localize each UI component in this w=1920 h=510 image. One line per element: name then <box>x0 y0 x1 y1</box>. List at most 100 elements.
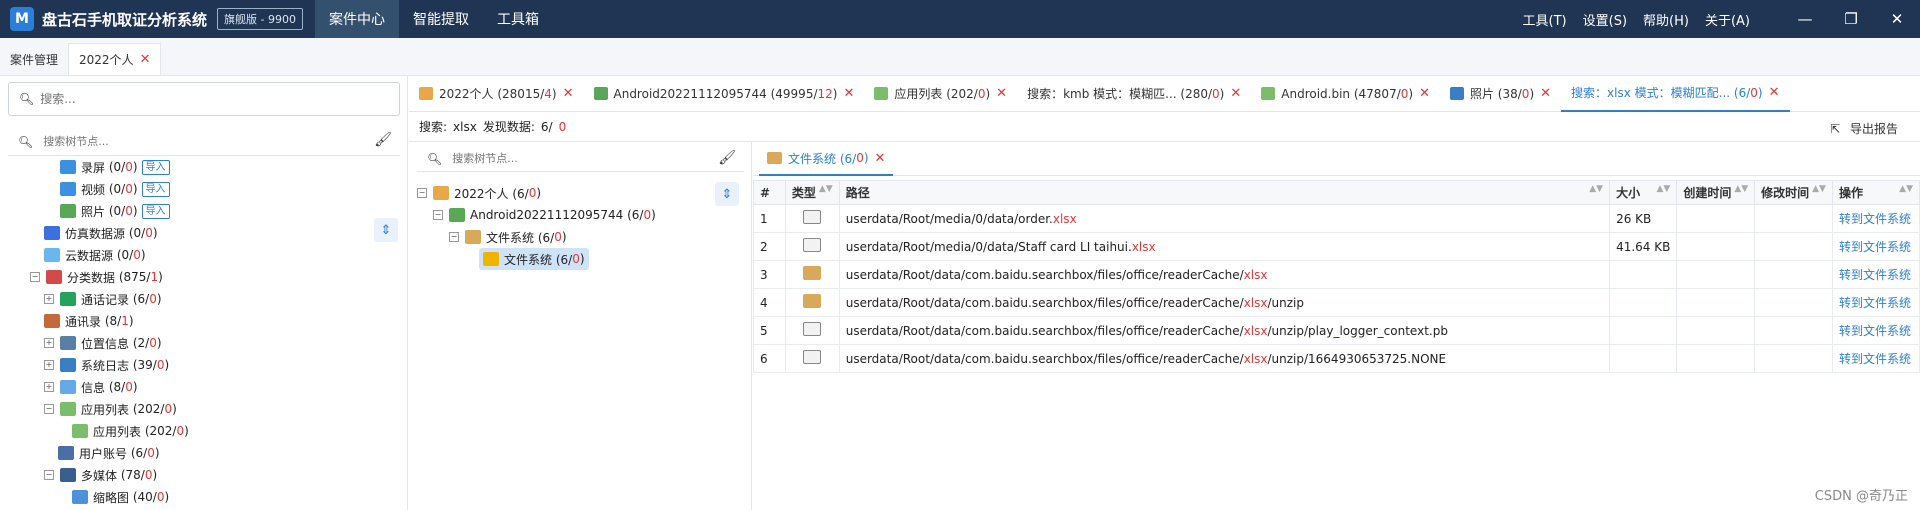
expand-toggle-icon[interactable]: − <box>449 232 459 242</box>
col-path[interactable]: 路径 ▲▼ <box>838 180 1611 205</box>
col-size[interactable]: 大小 ▲▼ <box>1609 180 1678 205</box>
maximize-button[interactable]: ❐ <box>1828 0 1874 38</box>
menu-case-center[interactable]: 案件中心 <box>314 0 399 38</box>
close-icon[interactable]: ✕ <box>1769 85 1780 100</box>
goto-filesystem-link[interactable]: 转到文件系统 <box>1839 352 1911 366</box>
tree-search-input[interactable] <box>43 135 364 148</box>
menu-about[interactable]: 关于(A) <box>1697 10 1758 29</box>
tree-node[interactable]: 录屏 (0/0) 导入 <box>60 158 170 178</box>
tree-node[interactable]: − 应用列表 (202/0) <box>44 398 177 420</box>
table-row[interactable]: 3 userdata/Root/data/com.baidu.searchbox/… <box>753 260 1920 289</box>
goto-filesystem-link[interactable]: 转到文件系统 <box>1839 240 1911 254</box>
case-tab[interactable]: 2022个人 (28015/4) ✕ <box>409 76 584 112</box>
mid-tree-node[interactable]: − Android20221112095744 (6/0) <box>433 204 656 226</box>
search-input[interactable] <box>40 92 381 106</box>
import-button[interactable]: 导入 <box>141 181 170 197</box>
tree-node[interactable]: 通讯录 (8/1) <box>44 310 134 332</box>
col-created[interactable]: 创建时间 ▲▼ <box>1676 180 1756 205</box>
tree-node[interactable]: 应用列表 (202/0) <box>72 420 189 442</box>
case-tab[interactable]: Android.bin (47807/0) ✕ <box>1251 76 1440 112</box>
table-row[interactable]: 2 userdata/Root/media/0/data/Staff card L… <box>753 232 1920 261</box>
tree-node[interactable]: 视频 (0/0) 导入 <box>60 178 170 200</box>
col-action[interactable]: 操作 ▲▼ <box>1831 180 1920 205</box>
import-button[interactable]: 导入 <box>141 203 170 219</box>
clear-brush-icon[interactable]: 🖌︎ <box>374 132 392 148</box>
mid-tree-search-input[interactable] <box>452 152 713 165</box>
export-report-button[interactable]: ⇱ 导出报告 <box>1830 120 1904 137</box>
case-tab[interactable]: 搜索：xlsx 模式：模糊匹配... (6/0) ✕ <box>1561 76 1790 112</box>
expand-toggle-icon[interactable]: + <box>44 382 54 392</box>
table-row[interactable]: 6 userdata/Root/data/com.baidu.searchbox/… <box>753 344 1920 373</box>
expand-toggle-icon[interactable]: + <box>44 338 54 348</box>
expand-toggle-icon[interactable]: − <box>417 188 427 198</box>
tree-node[interactable]: + 位置信息 (2/0) <box>44 332 162 354</box>
menu-smart-extract[interactable]: 智能提取 <box>399 0 483 38</box>
expand-toggle-icon[interactable]: + <box>44 360 54 370</box>
tree-node[interactable]: 云数据源 (0/0) <box>44 244 146 266</box>
expand-toggle-icon[interactable]: + <box>44 294 54 304</box>
tab-2022-personal[interactable]: 2022个人 ✕ <box>68 43 162 75</box>
cell-index: 4 <box>753 288 786 317</box>
goto-filesystem-link[interactable]: 转到文件系统 <box>1839 212 1911 226</box>
import-button[interactable]: 导入 <box>141 159 170 175</box>
close-icon[interactable]: ✕ <box>1419 86 1430 101</box>
tree-node[interactable]: − 多媒体 (78/0) <box>44 464 157 486</box>
close-icon[interactable]: ✕ <box>843 86 854 101</box>
tree-node[interactable]: + 系统日志 (39/0) <box>44 354 169 376</box>
case-tab[interactable]: Android20221112095744 (49995/12) ✕ <box>584 76 865 112</box>
minimize-button[interactable]: — <box>1782 0 1828 38</box>
path-prefix: userdata/Root/data/com.baidu.searchbox/f… <box>845 351 1244 366</box>
mid-tree-node[interactable]: − 文件系统 (6/0) <box>449 226 567 248</box>
close-icon[interactable]: ✕ <box>563 86 574 101</box>
cell-modified <box>1754 232 1833 261</box>
expand-toggle-icon[interactable]: − <box>44 404 54 414</box>
menu-tools[interactable]: 工具(T) <box>1515 10 1575 29</box>
goto-filesystem-link[interactable]: 转到文件系统 <box>1839 268 1911 282</box>
goto-filesystem-link[interactable]: 转到文件系统 <box>1839 296 1911 310</box>
node-count: (6/0) <box>127 446 160 460</box>
case-tab[interactable]: 搜索：kmb 模式：模糊匹... (280/0) ✕ <box>1017 76 1251 112</box>
collapse-all-button[interactable]: ⇕ <box>715 182 739 206</box>
expand-toggle-icon[interactable]: − <box>433 210 443 220</box>
tree-node[interactable]: 仿真数据源 (0/0) <box>44 222 158 244</box>
close-icon[interactable]: ✕ <box>140 52 151 67</box>
case-tab[interactable]: 应用列表 (202/0) ✕ <box>864 76 1017 112</box>
close-icon[interactable]: ✕ <box>1230 86 1241 101</box>
node-count-close: ) <box>154 446 160 460</box>
col-type[interactable]: 类型 ▲▼ <box>784 180 840 205</box>
tree-node[interactable]: + 通话记录 (6/0) <box>44 288 162 310</box>
clear-brush-icon[interactable]: 🖌︎ <box>718 150 736 166</box>
mid-tree-node[interactable]: − 2022个人 (6/0) <box>417 182 541 204</box>
close-window-button[interactable]: ✕ <box>1874 0 1920 38</box>
menu-toolbox[interactable]: 工具箱 <box>483 0 553 38</box>
col-index[interactable]: # <box>753 180 786 205</box>
tree-node[interactable]: 缩略图 (40/0) <box>72 486 169 508</box>
menu-help[interactable]: 帮助(H) <box>1635 10 1697 29</box>
menu-settings[interactable]: 设置(S) <box>1575 10 1635 29</box>
cell-index: 5 <box>753 316 786 345</box>
tab-case-management[interactable]: 案件管理 <box>0 43 68 75</box>
col-modified[interactable]: 修改时间 ▲▼ <box>1754 180 1833 205</box>
close-icon[interactable]: ✕ <box>996 86 1007 101</box>
window-controls: — ❐ ✕ <box>1782 0 1920 38</box>
expand-toggle-icon[interactable]: − <box>44 470 54 480</box>
tree-node[interactable]: 照片 (0/0) 导入 <box>60 200 170 222</box>
tree-node[interactable]: + 信息 (8/0) <box>44 376 138 398</box>
goto-filesystem-link[interactable]: 转到文件系统 <box>1839 324 1911 338</box>
tree-node[interactable]: − 分类数据 (875/1) <box>30 266 163 288</box>
close-icon[interactable]: ✕ <box>1540 86 1551 101</box>
cell-modified <box>1754 316 1833 345</box>
col-created-label: 创建时间 <box>1683 186 1732 200</box>
table-row[interactable]: 4 userdata/Root/data/com.baidu.searchbox/… <box>753 288 1920 317</box>
table-row[interactable]: 5 userdata/Root/data/com.baidu.searchbox/… <box>753 316 1920 345</box>
mid-tree-node[interactable]: 文件系统 (6/0) <box>479 248 589 270</box>
case-tab[interactable]: 照片 (38/0) ✕ <box>1440 76 1561 112</box>
tab-file-system[interactable]: 文件系统 (6/0) ✕ <box>759 142 894 176</box>
cell-created <box>1676 288 1756 317</box>
close-icon[interactable]: ✕ <box>875 151 886 166</box>
expand-toggle-icon[interactable]: − <box>30 272 40 282</box>
app-name: 盘古石手机取证分析系统 <box>42 10 208 29</box>
table-row[interactable]: 1 userdata/Root/media/0/data/order.xlsx 26… <box>753 204 1920 233</box>
node-count-close: ) <box>156 336 162 350</box>
tree-node[interactable]: 用户账号 (6/0) <box>58 442 160 464</box>
